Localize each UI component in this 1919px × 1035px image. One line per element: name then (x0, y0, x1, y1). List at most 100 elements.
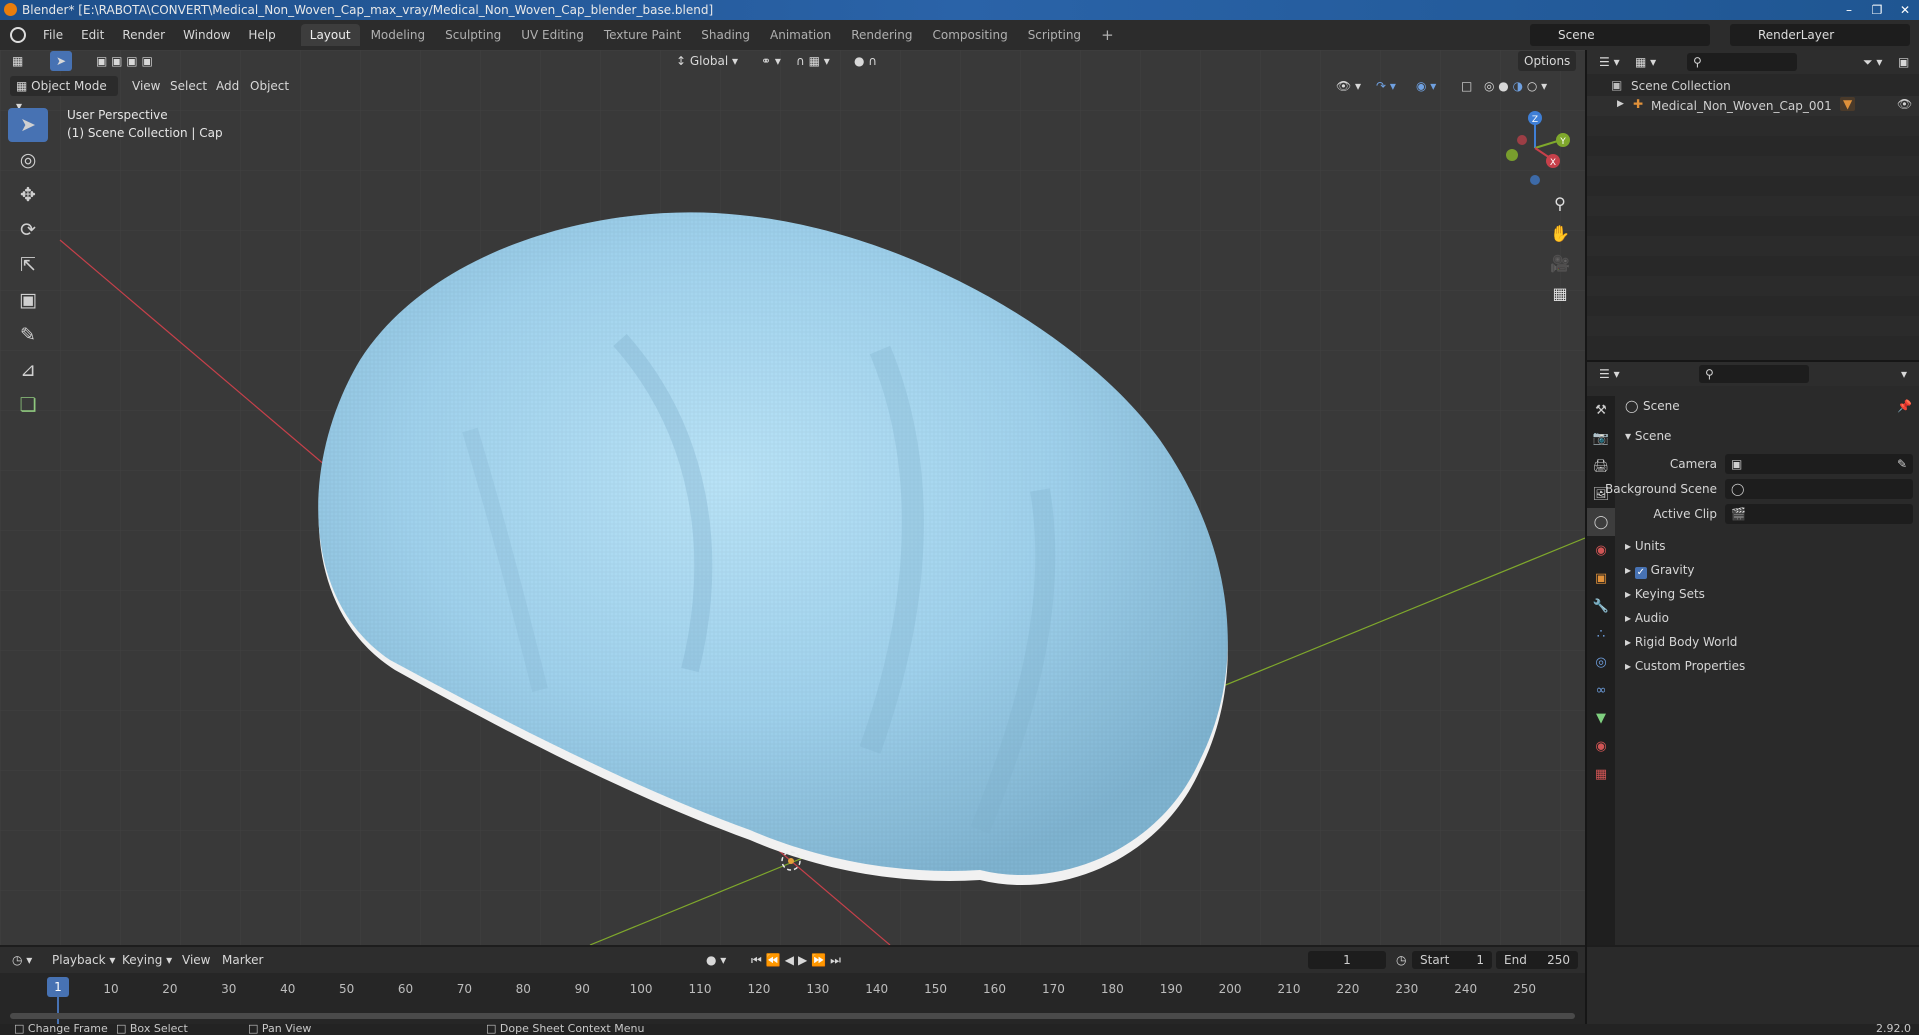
properties-search-input[interactable]: ⚲ (1699, 365, 1809, 383)
filter-icon[interactable]: ⏷ ▾ (1857, 52, 1888, 72)
tab-sculpting[interactable]: Sculpting (436, 24, 510, 46)
blender-menu-icon[interactable] (10, 27, 26, 43)
modifier-tab-icon[interactable]: 🔧 (1587, 592, 1615, 620)
background-scene-field[interactable]: ◯ (1725, 479, 1913, 499)
add-cube-tool-icon[interactable]: ❏ (8, 388, 48, 422)
eye-visibility-icon[interactable]: 👁 (1897, 97, 1912, 111)
world-tab-icon[interactable]: ◉ (1587, 536, 1615, 564)
menu-file[interactable]: File (34, 20, 72, 50)
select-box-tool-icon[interactable]: ➤ (8, 108, 48, 142)
outliner-editor-icon[interactable]: ☰ ▾ (1593, 52, 1626, 72)
proportional-edit-icon[interactable]: ● ∩ (848, 51, 883, 71)
move-tool-icon[interactable]: ✥ (8, 178, 48, 212)
display-mode-icon[interactable]: ▦ ▾ (1629, 52, 1662, 72)
object-tab-icon[interactable]: ▣ (1587, 564, 1615, 592)
select-tool-icon[interactable]: ➤ (50, 51, 73, 71)
zoom-icon[interactable]: ⚲ (1547, 190, 1573, 216)
tab-compositing[interactable]: Compositing (923, 24, 1016, 46)
3d-viewport[interactable]: ▦ ➤ ▣ ▣ ▣ ▣ ↕ Global ▾ ⚭ ▾ ∩ ▦ ▾ ● ∩ Opt… (0, 50, 1585, 945)
expand-arrow-icon[interactable]: ▶ (1617, 99, 1624, 109)
perspective-grid-icon[interactable]: ▦ (1547, 280, 1573, 306)
maximize-icon[interactable]: ❐ (1863, 0, 1891, 20)
custom-properties-section[interactable]: ▸ Custom Properties (1625, 656, 1745, 676)
constraints-tab-icon[interactable]: ∞ (1587, 676, 1615, 704)
options-button[interactable]: Options (1518, 51, 1577, 71)
keying-sets-section[interactable]: ▸ Keying Sets (1625, 584, 1705, 604)
tool-tab-icon[interactable]: ⚒ (1587, 396, 1615, 424)
tab-animation[interactable]: Animation (761, 24, 840, 46)
menu-edit[interactable]: Edit (72, 20, 113, 50)
rigid-body-world-section[interactable]: ▸ Rigid Body World (1625, 632, 1737, 652)
menu-window[interactable]: Window (174, 20, 239, 50)
scale-tool-icon[interactable]: ⇱ (8, 248, 48, 282)
menu-render[interactable]: Render (113, 20, 174, 50)
current-frame-field[interactable]: 1 (1308, 951, 1386, 969)
clock-icon[interactable]: ◷ (1390, 950, 1412, 970)
cursor-tool-icon[interactable]: ◎ (8, 143, 48, 177)
data-tab-icon[interactable]: ▼ (1587, 704, 1615, 732)
properties-editor-icon[interactable]: ☰ ▾ (1593, 364, 1626, 384)
editor-type-icon[interactable]: ▦ (6, 51, 29, 71)
renderlayer-selector[interactable]: RenderLayer (1730, 24, 1910, 46)
tab-shading[interactable]: Shading (692, 24, 759, 46)
overlay-toggle-icon[interactable]: ◉ ▾ (1410, 76, 1442, 96)
viewport-menu-select[interactable]: Select (164, 76, 213, 96)
timeline-menu-marker[interactable]: Marker (216, 950, 269, 970)
transform-tool-icon[interactable]: ▣ (8, 283, 48, 317)
pivot-icon[interactable]: ⚭ ▾ (755, 51, 787, 71)
tab-layout[interactable]: Layout (300, 24, 360, 46)
gizmo-toggle-icon[interactable]: ↷ ▾ (1370, 76, 1402, 96)
playhead[interactable]: 1 (47, 977, 69, 997)
properties-options-icon[interactable]: ▾ (1895, 364, 1913, 384)
timeline-editor-icon[interactable]: ◷ ▾ (6, 950, 38, 970)
scene-panel-header[interactable]: ▾ Scene (1625, 426, 1671, 446)
transform-orientation[interactable]: ↕ Global ▾ (670, 51, 744, 71)
close-icon[interactable]: ✕ (1891, 0, 1919, 20)
pin-icon[interactable]: 📌 (1897, 396, 1912, 416)
measure-tool-icon[interactable]: ⊿ (8, 353, 48, 387)
timeline-scrollbar[interactable] (10, 1013, 1575, 1019)
scene-selector[interactable]: Scene (1530, 24, 1710, 46)
tab-modeling[interactable]: Modeling (362, 24, 435, 46)
camera-field[interactable]: ▣ ✎ (1725, 454, 1913, 474)
tab-texture-paint[interactable]: Texture Paint (595, 24, 690, 46)
snap-icon[interactable]: ∩ ▦ ▾ (790, 51, 836, 71)
physics-tab-icon[interactable]: ◎ (1587, 648, 1615, 676)
add-workspace-icon[interactable]: + (1092, 24, 1123, 46)
visibility-icon[interactable]: 👁 ▾ (1330, 76, 1367, 96)
mesh-data-icon[interactable]: ▼ (1840, 97, 1856, 111)
navigation-gizmo[interactable]: Z Y X (1495, 108, 1575, 188)
shading-modes-icons[interactable]: ◎ ● ◑ ○ ▾ (1478, 76, 1553, 96)
playback-controls[interactable]: ⏮⏪◀▶⏩⏭ (745, 950, 851, 970)
new-collection-icon[interactable]: ▣ (1892, 52, 1915, 72)
minimize-icon[interactable]: – (1835, 0, 1863, 20)
annotate-tool-icon[interactable]: ✎ (8, 318, 48, 352)
selection-mode-icons[interactable]: ▣ ▣ ▣ ▣ (90, 51, 159, 71)
timeline-menu-keying[interactable]: Keying ▾ (116, 950, 178, 970)
material-tab-icon[interactable]: ◉ (1587, 732, 1615, 760)
camera-view-icon[interactable]: 🎥 (1547, 250, 1573, 276)
audio-section[interactable]: ▸ Audio (1625, 608, 1669, 628)
viewport-menu-add[interactable]: Add (210, 76, 245, 96)
start-frame-field[interactable]: Start 1 (1412, 951, 1492, 969)
gravity-section[interactable]: ▸ ✓ Gravity (1625, 560, 1695, 580)
active-clip-field[interactable]: 🎬 (1725, 504, 1913, 524)
object-mode-dropdown[interactable]: ▦ Object Mode ▾ (10, 76, 118, 113)
outliner-search-input[interactable]: ⚲ (1687, 53, 1797, 71)
viewport-menu-object[interactable]: Object (244, 76, 295, 96)
outliner-row-root[interactable]: ▣ Scene Collection (1587, 76, 1919, 96)
record-icon[interactable]: ● ▾ (700, 950, 732, 970)
rotate-tool-icon[interactable]: ⟳ (8, 213, 48, 247)
tab-scripting[interactable]: Scripting (1019, 24, 1090, 46)
menu-help[interactable]: Help (239, 20, 284, 50)
units-section[interactable]: ▸ Units (1625, 536, 1666, 556)
timeline-menu-playback[interactable]: Playback ▾ (46, 950, 121, 970)
outliner-row-object[interactable]: ▶ ✚ Medical_Non_Woven_Cap_001 ▼ 👁 (1587, 96, 1919, 116)
gravity-checkbox[interactable]: ✓ (1634, 567, 1647, 579)
tab-rendering[interactable]: Rendering (842, 24, 921, 46)
viewport-menu-view[interactable]: View (126, 76, 166, 96)
timeline-menu-view[interactable]: View (176, 950, 216, 970)
particles-tab-icon[interactable]: ∴ (1587, 620, 1615, 648)
pan-hand-icon[interactable]: ✋ (1547, 220, 1573, 246)
xray-icon[interactable]: □ (1455, 76, 1478, 96)
